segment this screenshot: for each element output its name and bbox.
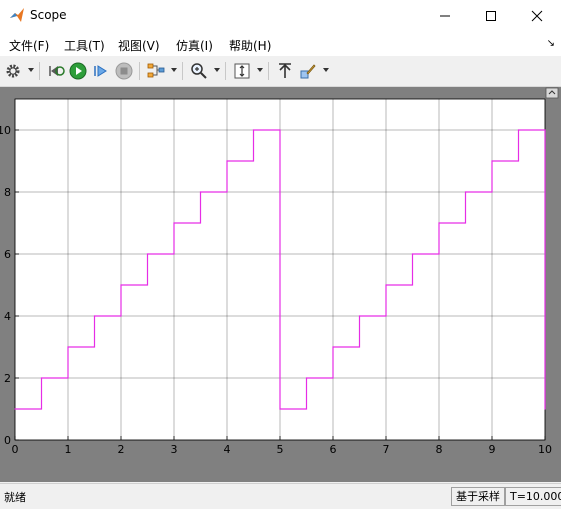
- data-point: [120, 284, 122, 286]
- data-point: [491, 160, 493, 162]
- toolbar-separator: [225, 62, 226, 80]
- signal-selection-button[interactable]: [146, 61, 166, 81]
- configuration-button[interactable]: [3, 61, 23, 81]
- y-tick-label: 0: [4, 434, 11, 447]
- x-tick-label: 4: [224, 443, 231, 456]
- x-tick-label: 1: [65, 443, 72, 456]
- run-icon: [69, 62, 87, 80]
- rewind-button[interactable]: [46, 61, 66, 81]
- stop-button[interactable]: [114, 61, 134, 81]
- data-point: [252, 129, 255, 131]
- signal-selection-dropdown[interactable]: [171, 68, 177, 72]
- close-icon: [531, 10, 543, 21]
- menu-view[interactable]: 视图(V): [118, 37, 160, 54]
- maximize-button[interactable]: [468, 0, 514, 31]
- toolbar-separator: [182, 62, 183, 80]
- minimize-button[interactable]: [422, 0, 468, 31]
- data-point: [544, 408, 546, 410]
- x-tick-label: 2: [118, 443, 125, 456]
- data-point: [305, 377, 308, 379]
- data-point: [385, 284, 387, 286]
- x-tick-label: 8: [436, 443, 443, 456]
- matlab-logo-icon: [10, 8, 24, 22]
- data-point: [358, 315, 361, 317]
- toolbar-separator: [139, 62, 140, 80]
- y-tick-label: 8: [4, 186, 11, 199]
- brush-button[interactable]: [298, 61, 318, 81]
- data-point: [332, 346, 334, 348]
- run-button[interactable]: [68, 61, 88, 81]
- menu-help[interactable]: 帮助(H): [229, 37, 271, 54]
- undock-button[interactable]: [545, 87, 559, 99]
- data-point: [517, 129, 520, 131]
- highlight-simulink-block-button[interactable]: [275, 61, 295, 81]
- step-forward-icon: [94, 65, 107, 77]
- zoom-dropdown[interactable]: [214, 68, 220, 72]
- dock-arrow-icon[interactable]: ↘: [547, 38, 555, 49]
- step-forward-button[interactable]: [91, 61, 111, 81]
- status-text: 就绪: [4, 491, 26, 504]
- close-button[interactable]: [514, 0, 560, 31]
- zoom-icon: [191, 63, 207, 79]
- status-bar: 就绪 基于采样 T=10.000: [0, 483, 561, 509]
- data-point: [93, 315, 96, 317]
- x-tick-label: 10: [538, 443, 552, 456]
- data-point: [411, 253, 414, 255]
- menu-simulation[interactable]: 仿真(I): [176, 37, 213, 54]
- y-tick-label: 2: [4, 372, 11, 385]
- data-point: [438, 222, 440, 224]
- highlight-icon: [279, 63, 291, 78]
- scope-chart[interactable]: 0 1 2 3 4 5 6 7 8 9 10 0 2 4 6 8 10: [0, 87, 561, 482]
- sample-mode-indicator: 基于采样: [451, 487, 505, 506]
- minimize-icon: [440, 15, 450, 16]
- y-tick-label: 4: [4, 310, 11, 323]
- menu-tools[interactable]: 工具(T): [64, 37, 105, 54]
- data-point: [279, 408, 281, 410]
- x-tick-label: 5: [277, 443, 284, 456]
- gear-icon: [6, 64, 20, 78]
- data-point: [226, 160, 228, 162]
- window-title: Scope: [30, 8, 67, 22]
- data-point: [14, 408, 16, 410]
- menu-bar: 文件(F) 工具(T) 视图(V) 仿真(I) 帮助(H) ↘: [0, 32, 561, 56]
- data-point: [40, 377, 43, 379]
- y-tick-label: 10: [0, 124, 11, 137]
- brush-dropdown[interactable]: [323, 68, 329, 72]
- zoom-button[interactable]: [189, 61, 209, 81]
- toolbar-separator: [39, 62, 40, 80]
- toolbar-separator: [268, 62, 269, 80]
- configuration-dropdown[interactable]: [28, 68, 34, 72]
- x-tick-label: 6: [330, 443, 337, 456]
- toolbar: [0, 56, 561, 87]
- maximize-icon: [486, 10, 496, 21]
- data-point: [67, 346, 69, 348]
- menu-file[interactable]: 文件(F): [9, 37, 49, 54]
- autoscale-button[interactable]: [232, 61, 252, 81]
- title-bar: Scope: [0, 0, 561, 32]
- rewind-icon: [49, 66, 65, 76]
- brush-icon: [300, 64, 316, 79]
- x-tick-label: 3: [171, 443, 178, 456]
- data-point: [146, 253, 149, 255]
- y-tick-label: 6: [4, 248, 11, 261]
- x-tick-label: 0: [12, 443, 19, 456]
- stop-icon: [115, 62, 133, 80]
- x-tick-label: 7: [383, 443, 390, 456]
- data-point: [173, 222, 175, 224]
- data-point: [464, 191, 467, 193]
- signal-selection-icon: [147, 63, 165, 78]
- x-tick-label: 9: [489, 443, 496, 456]
- autoscale-dropdown[interactable]: [257, 68, 263, 72]
- data-point: [199, 191, 202, 193]
- autoscale-icon: [234, 63, 250, 79]
- scope-display: 0 1 2 3 4 5 6 7 8 9 10 0 2 4 6 8 10: [0, 87, 561, 482]
- time-indicator: T=10.000: [505, 487, 561, 506]
